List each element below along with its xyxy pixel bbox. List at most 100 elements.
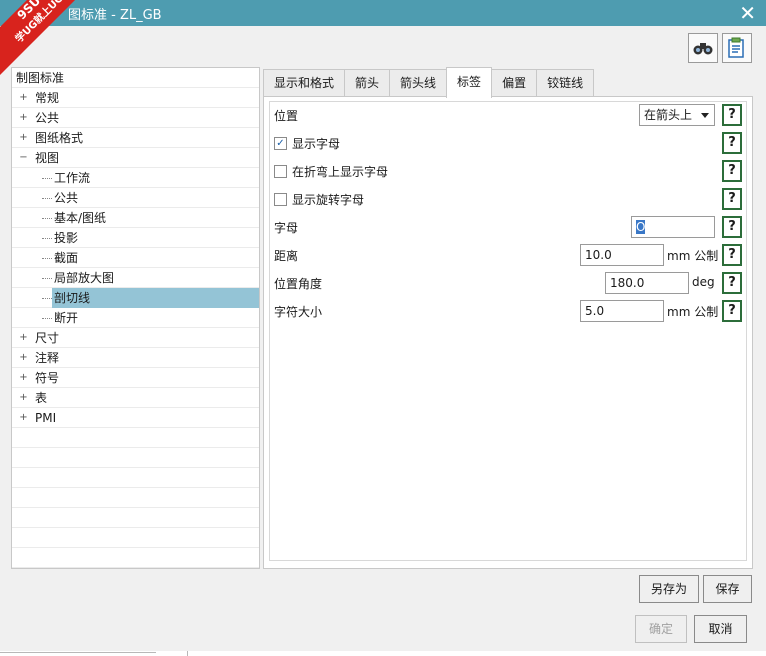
help-icon[interactable]: ?	[722, 132, 742, 154]
angle-unit: deg	[692, 275, 715, 289]
help-icon[interactable]: ?	[722, 160, 742, 182]
tree-item-sheet-format[interactable]: + 图纸格式	[12, 128, 259, 148]
tree-empty-row	[12, 548, 259, 568]
tab-arrow-line[interactable]: 箭头线	[389, 69, 448, 97]
binoculars-icon[interactable]	[688, 33, 718, 63]
tree-item-section[interactable]: 截面	[12, 248, 259, 268]
char-size-unit: mm 公制	[667, 305, 719, 319]
show-letter-row: ✓ 显示字母 ?	[274, 132, 742, 156]
tree-root[interactable]: 制图标准	[12, 68, 259, 88]
show-on-bend-checkbox[interactable]	[274, 165, 287, 178]
tree-connector	[42, 238, 52, 239]
letter-label: 字母	[274, 221, 299, 235]
show-letter-checkbox[interactable]: ✓	[274, 137, 287, 150]
show-rotate-row: 显示旋转字母 ?	[274, 188, 742, 212]
tree-item-label: 断开	[54, 311, 79, 325]
tab-display-format[interactable]: 显示和格式	[263, 69, 346, 97]
tree-empty-row	[12, 428, 259, 448]
label-settings-group: 位置 在箭头上 ? ✓ 显示字母 ? 在折弯上显示字母 ? 显示旋转字母 ? 字…	[269, 101, 747, 561]
tree-item-projection[interactable]: 投影	[12, 228, 259, 248]
tree-item-table[interactable]: + 表	[12, 388, 259, 408]
expand-icon[interactable]: +	[19, 413, 28, 423]
char-size-input[interactable]: 5.0	[580, 300, 664, 322]
chevron-down-icon[interactable]	[701, 113, 709, 118]
show-rotate-checkbox[interactable]	[274, 193, 287, 206]
toolbar	[688, 33, 752, 63]
status-strip	[0, 651, 766, 656]
tree-item-section-line[interactable]: 剖切线	[12, 288, 259, 308]
tree-item-annotation[interactable]: + 注释	[12, 348, 259, 368]
tree-root-label: 制图标准	[16, 71, 65, 85]
ok-button[interactable]: 确定	[635, 615, 687, 643]
standards-tree[interactable]: 制图标准 + 常规 + 公共 + 图纸格式 − 视图 工作流 公共 基本/图纸	[11, 67, 260, 569]
position-row: 位置 在箭头上 ?	[274, 104, 742, 128]
close-icon[interactable]: ✕	[739, 1, 756, 25]
help-icon[interactable]: ?	[722, 300, 742, 322]
tab-hinge-line[interactable]: 铰链线	[536, 69, 595, 97]
title-bar[interactable]: 图标准 - ZL_GB ✕	[0, 0, 766, 26]
divider	[187, 651, 188, 656]
tree-item-label: 投影	[54, 231, 79, 245]
tab-offset[interactable]: 偏置	[491, 69, 538, 97]
tree-item-pmi[interactable]: + PMI	[12, 408, 259, 428]
tree-item-label: 剖切线	[52, 288, 259, 308]
tree-item-base-drawing[interactable]: 基本/图纸	[12, 208, 259, 228]
document-list-icon[interactable]	[722, 33, 752, 63]
position-select[interactable]: 在箭头上	[639, 104, 715, 126]
help-icon[interactable]: ?	[722, 216, 742, 238]
char-size-row: 字符大小 5.0 mm 公制 ?	[274, 300, 742, 324]
tree-item-label: 注释	[35, 351, 60, 365]
tree-item-workflow[interactable]: 工作流	[12, 168, 259, 188]
tree-item-dimension[interactable]: + 尺寸	[12, 328, 259, 348]
expand-icon[interactable]: +	[19, 133, 28, 143]
letter-input-value: O	[636, 220, 646, 234]
collapse-icon[interactable]: −	[19, 153, 28, 163]
tree-item-label: 局部放大图	[54, 271, 115, 285]
expand-icon[interactable]: +	[19, 93, 28, 103]
tree-empty-row	[12, 528, 259, 548]
show-on-bend-row: 在折弯上显示字母 ?	[274, 160, 742, 184]
tab-label[interactable]: 标签	[446, 67, 493, 98]
tree-empty-row	[12, 468, 259, 488]
tree-item-label: PMI	[35, 411, 57, 425]
show-letter-label: 显示字母	[292, 137, 341, 151]
angle-row: 位置角度 180.0 deg ?	[274, 272, 742, 296]
tree-item-break[interactable]: 断开	[12, 308, 259, 328]
tree-empty-row	[12, 448, 259, 468]
tree-item-detail-view[interactable]: 局部放大图	[12, 268, 259, 288]
tree-item-label: 公共	[35, 111, 60, 125]
tab-arrow[interactable]: 箭头	[344, 69, 391, 97]
tree-item-label: 常规	[35, 91, 60, 105]
show-rotate-label: 显示旋转字母	[292, 193, 365, 207]
tree-connector	[42, 258, 52, 259]
save-button[interactable]: 保存	[703, 575, 752, 603]
expand-icon[interactable]: +	[19, 113, 28, 123]
expand-icon[interactable]: +	[19, 393, 28, 403]
distance-label: 距离	[274, 249, 299, 263]
tree-empty-row	[12, 488, 259, 508]
cancel-button[interactable]: 取消	[694, 615, 747, 643]
expand-icon[interactable]: +	[19, 353, 28, 363]
divider	[0, 652, 156, 653]
help-icon[interactable]: ?	[722, 244, 742, 266]
help-icon[interactable]: ?	[722, 188, 742, 210]
show-on-bend-label: 在折弯上显示字母	[292, 165, 389, 179]
char-size-label: 字符大小	[274, 305, 323, 319]
tree-item-view-common[interactable]: 公共	[12, 188, 259, 208]
help-icon[interactable]: ?	[722, 104, 742, 126]
angle-input[interactable]: 180.0	[605, 272, 689, 294]
help-icon[interactable]: ?	[722, 272, 742, 294]
letter-input[interactable]: O	[631, 216, 715, 238]
distance-input[interactable]: 10.0	[580, 244, 664, 266]
tree-connector	[42, 298, 52, 299]
save-as-button[interactable]: 另存为	[639, 575, 699, 603]
expand-icon[interactable]: +	[19, 373, 28, 383]
tree-item-common[interactable]: + 公共	[12, 108, 259, 128]
expand-icon[interactable]: +	[19, 333, 28, 343]
tree-item-symbol[interactable]: + 符号	[12, 368, 259, 388]
distance-input-value: 10.0	[585, 248, 612, 262]
tree-item-general[interactable]: + 常规	[12, 88, 259, 108]
char-size-input-value: 5.0	[585, 304, 605, 318]
tree-item-view[interactable]: − 视图	[12, 148, 259, 168]
tab-content: 位置 在箭头上 ? ✓ 显示字母 ? 在折弯上显示字母 ? 显示旋转字母 ? 字…	[263, 96, 753, 569]
